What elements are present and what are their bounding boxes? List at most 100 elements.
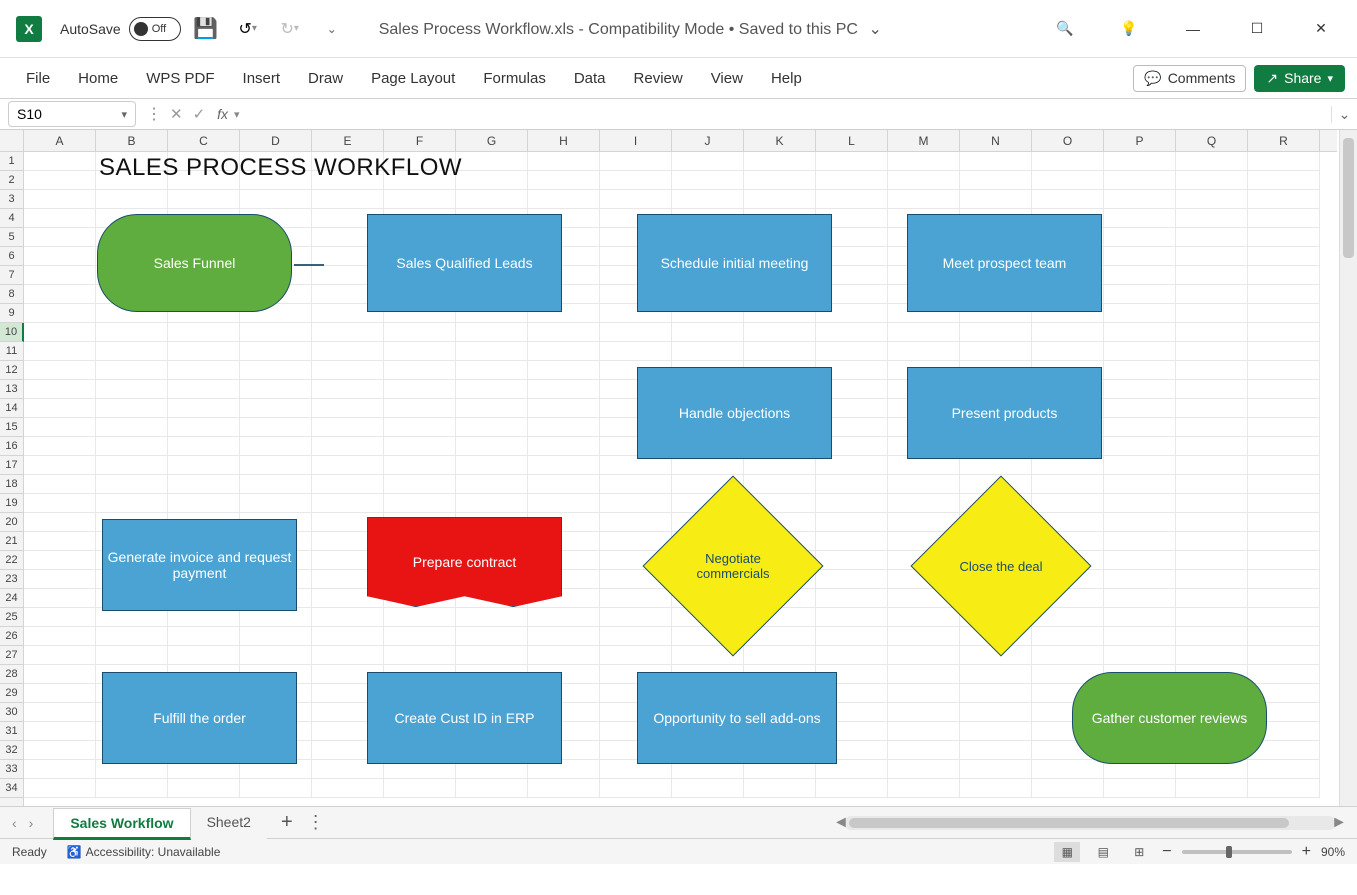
cell[interactable] <box>744 342 816 361</box>
cell[interactable] <box>1248 304 1320 323</box>
cell[interactable] <box>96 342 168 361</box>
cell[interactable] <box>960 760 1032 779</box>
cell[interactable] <box>96 361 168 380</box>
cell[interactable] <box>528 418 600 437</box>
cell[interactable] <box>240 361 312 380</box>
row-header-27[interactable]: 27 <box>0 646 23 665</box>
menu-tab-view[interactable]: View <box>697 64 757 93</box>
cell[interactable] <box>1176 456 1248 475</box>
column-header-N[interactable]: N <box>960 130 1032 151</box>
cell[interactable] <box>600 589 672 608</box>
cell[interactable] <box>1104 171 1176 190</box>
cell[interactable] <box>1176 361 1248 380</box>
row-header-1[interactable]: 1 <box>0 152 23 171</box>
maximize-button[interactable]: ☐ <box>1237 13 1277 45</box>
cell[interactable] <box>240 418 312 437</box>
add-sheet-button[interactable]: + <box>281 811 293 834</box>
cell[interactable] <box>312 342 384 361</box>
cell[interactable] <box>1104 342 1176 361</box>
page-layout-view-button[interactable]: ▤ <box>1090 842 1116 862</box>
cell[interactable] <box>384 456 456 475</box>
cell[interactable] <box>816 646 888 665</box>
cell[interactable] <box>1176 494 1248 513</box>
cell[interactable] <box>1176 646 1248 665</box>
cell[interactable] <box>1248 247 1320 266</box>
select-all-corner[interactable] <box>0 130 24 152</box>
cell[interactable] <box>312 494 384 513</box>
cell[interactable] <box>168 380 240 399</box>
cell[interactable] <box>1248 152 1320 171</box>
cell[interactable] <box>888 171 960 190</box>
cell[interactable] <box>960 665 1032 684</box>
shape-sell-addons[interactable]: Opportunity to sell add-ons <box>637 672 837 764</box>
cell[interactable] <box>456 380 528 399</box>
cell[interactable] <box>528 627 600 646</box>
cell[interactable] <box>240 779 312 798</box>
cell[interactable] <box>384 342 456 361</box>
cell[interactable] <box>888 323 960 342</box>
row-header-12[interactable]: 12 <box>0 361 23 380</box>
cell[interactable] <box>1176 475 1248 494</box>
cell[interactable] <box>24 323 96 342</box>
cell[interactable] <box>1104 532 1176 551</box>
cell[interactable] <box>528 437 600 456</box>
cell[interactable] <box>456 323 528 342</box>
column-header-M[interactable]: M <box>888 130 960 151</box>
horizontal-scrollbar[interactable]: ◄ ► <box>845 816 1335 830</box>
normal-view-button[interactable]: ▦ <box>1054 842 1080 862</box>
cell[interactable] <box>1176 399 1248 418</box>
column-header-Q[interactable]: Q <box>1176 130 1248 151</box>
cell[interactable] <box>96 494 168 513</box>
cell[interactable] <box>240 342 312 361</box>
cell[interactable] <box>1104 418 1176 437</box>
column-header-I[interactable]: I <box>600 130 672 151</box>
row-header-23[interactable]: 23 <box>0 570 23 589</box>
column-header-H[interactable]: H <box>528 130 600 151</box>
shape-gather-reviews[interactable]: Gather customer reviews <box>1072 672 1267 764</box>
close-button[interactable]: ✕ <box>1301 13 1341 45</box>
column-header-A[interactable]: A <box>24 130 96 151</box>
cell[interactable] <box>528 171 600 190</box>
cell[interactable] <box>744 190 816 209</box>
cell[interactable] <box>816 513 888 532</box>
cell[interactable] <box>1248 209 1320 228</box>
cell[interactable] <box>1176 247 1248 266</box>
cell[interactable] <box>456 475 528 494</box>
cell[interactable] <box>96 456 168 475</box>
menu-tab-file[interactable]: File <box>12 64 64 93</box>
cell[interactable] <box>1104 323 1176 342</box>
cell[interactable] <box>384 646 456 665</box>
cell[interactable] <box>1104 266 1176 285</box>
prev-sheet-button[interactable]: ‹ <box>12 815 17 831</box>
cell[interactable] <box>312 323 384 342</box>
row-header-19[interactable]: 19 <box>0 494 23 513</box>
scrollbar-thumb[interactable] <box>849 818 1289 828</box>
shape-meet-prospect[interactable]: Meet prospect team <box>907 214 1102 312</box>
row-header-17[interactable]: 17 <box>0 456 23 475</box>
cell[interactable] <box>816 779 888 798</box>
cell[interactable] <box>1248 228 1320 247</box>
cell[interactable] <box>1176 418 1248 437</box>
cell[interactable] <box>816 627 888 646</box>
cell[interactable] <box>312 456 384 475</box>
comments-button[interactable]: 💬 Comments <box>1133 65 1246 92</box>
cell[interactable] <box>1104 437 1176 456</box>
scrollbar-thumb[interactable] <box>1343 138 1354 258</box>
cell[interactable] <box>1104 589 1176 608</box>
cell[interactable] <box>24 703 96 722</box>
row-header-8[interactable]: 8 <box>0 285 23 304</box>
menu-tab-page-layout[interactable]: Page Layout <box>357 64 469 93</box>
cell[interactable] <box>1176 190 1248 209</box>
cell[interactable] <box>96 475 168 494</box>
cell[interactable] <box>816 190 888 209</box>
cell[interactable] <box>456 646 528 665</box>
cell[interactable] <box>600 152 672 171</box>
cell[interactable] <box>312 627 384 646</box>
save-button[interactable]: 💾 <box>189 13 223 45</box>
cell[interactable] <box>528 190 600 209</box>
cell[interactable] <box>888 646 960 665</box>
cell[interactable] <box>600 513 672 532</box>
cell[interactable] <box>744 323 816 342</box>
cell[interactable] <box>528 399 600 418</box>
cell[interactable] <box>456 779 528 798</box>
